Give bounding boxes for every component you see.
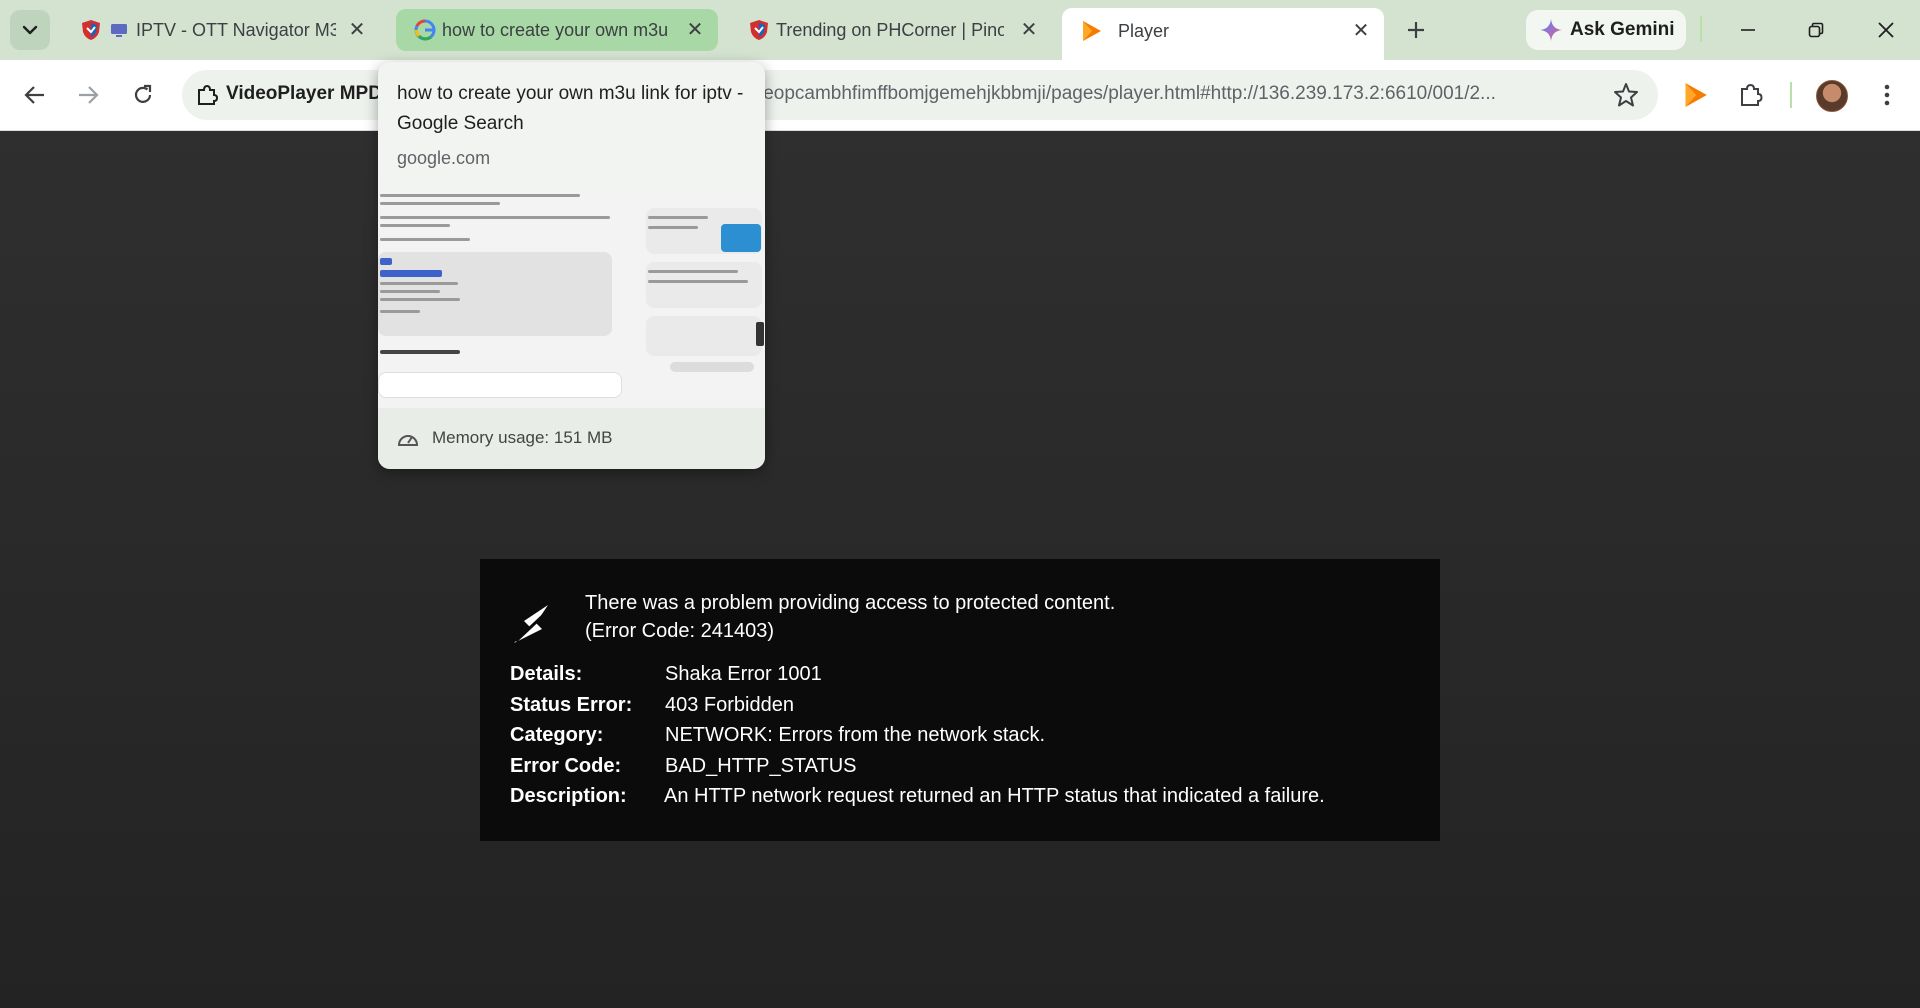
tab-search-button[interactable]: [10, 10, 50, 50]
error-message: There was a problem providing access to …: [585, 592, 1116, 614]
play-favicon-icon: [1083, 21, 1101, 41]
toolbar: VideoPlayer MPD/M3U8 opnceopcambhfimffbo…: [0, 60, 1920, 131]
profile-avatar[interactable]: [1816, 80, 1848, 112]
detail-value: BAD_HTTP_STATUS: [665, 754, 857, 777]
memory-usage-row: Memory usage: 151 MB: [378, 408, 765, 469]
detail-value: NETWORK: Errors from the network stack.: [665, 724, 1046, 746]
memory-usage-text: Memory usage: 151 MB: [432, 428, 613, 447]
arrow-left-icon: [24, 86, 44, 104]
gemini-sparkle-icon: [1540, 19, 1562, 41]
error-message-block: There was a problem providing access to …: [585, 589, 1115, 645]
arrow-right-icon: [79, 86, 99, 104]
extensions-button[interactable]: [1734, 78, 1768, 112]
restore-icon: [1808, 22, 1824, 38]
detail-value: An HTTP network request returned an HTTP…: [664, 785, 1325, 807]
reload-button[interactable]: [124, 76, 162, 114]
reload-icon: [134, 84, 152, 103]
tab-title: how to create your own m3u link for iptv: [442, 20, 670, 40]
tab-google-search[interactable]: how to create your own m3u link for iptv…: [396, 9, 718, 51]
more-vertical-icon: [1884, 84, 1890, 106]
broken-lock-icon: [514, 605, 552, 643]
restore-button[interactable]: [1788, 10, 1844, 50]
error-overlay: There was a problem providing access to …: [480, 559, 1440, 841]
ask-gemini-label: Ask Gemini: [1570, 19, 1675, 40]
back-button[interactable]: [16, 76, 54, 114]
detail-key: Category:: [510, 724, 604, 746]
tab-player[interactable]: Player ✕: [1062, 8, 1384, 60]
menu-button[interactable]: [1870, 78, 1904, 112]
close-icon[interactable]: ✕: [1350, 19, 1372, 42]
tab-title: IPTV - OTT Navigator M3U: [136, 20, 336, 40]
close-icon[interactable]: ✕: [346, 18, 368, 41]
detail-key: Description:: [510, 785, 627, 807]
error-code: (Error Code: 241403): [585, 620, 774, 642]
minimize-button[interactable]: [1720, 10, 1776, 50]
detail-value: Shaka Error 1001: [665, 663, 822, 685]
close-icon: [1878, 22, 1894, 38]
player-page: There was a problem providing access to …: [0, 131, 1920, 1008]
google-favicon-icon: [414, 19, 436, 41]
ask-gemini-button[interactable]: Ask Gemini: [1526, 10, 1686, 50]
tab-title: Player: [1118, 21, 1170, 41]
tab-title: Trending on PHCorner | Pinoy: [776, 20, 1004, 40]
tv-icon: [111, 24, 127, 37]
shield-favicon-icon: [750, 20, 768, 40]
chevron-down-icon: [22, 25, 38, 35]
tab-hover-card: how to create your own m3u link for iptv…: [378, 62, 765, 469]
url-text[interactable]: opnceopcambhfimffbomjgemehjkbbmji/pages/…: [722, 83, 1592, 105]
detail-key: Status Error:: [510, 693, 633, 716]
detail-key: Error Code:: [510, 754, 622, 777]
close-icon[interactable]: ✕: [1018, 18, 1040, 41]
separator: [1700, 16, 1702, 42]
close-window-button[interactable]: [1858, 10, 1914, 50]
gauge-icon: [397, 435, 419, 446]
tab-strip: IPTV - OTT Navigator M3U ✕ how to create…: [0, 0, 1920, 60]
close-icon[interactable]: ✕: [684, 18, 706, 41]
shield-favicon-icon: [82, 20, 100, 40]
bookmark-star-icon[interactable]: [1612, 81, 1640, 109]
detail-value: 403 Forbidden: [665, 693, 794, 716]
page-preview-thumbnail: [378, 186, 765, 408]
player-extension-button[interactable]: [1678, 78, 1712, 112]
forward-button[interactable]: [69, 76, 107, 114]
detail-key: Details:: [510, 663, 583, 685]
puzzle-icon: [1741, 83, 1763, 106]
plus-icon: [1408, 22, 1424, 38]
minimize-icon: [1741, 29, 1755, 31]
hover-card-title: how to create your own m3u link for iptv…: [397, 83, 744, 134]
tab-phcorner[interactable]: Trending on PHCorner | Pinoy ✕: [730, 9, 1052, 51]
extension-page-icon: [198, 84, 218, 105]
new-tab-button[interactable]: [1396, 10, 1436, 50]
play-icon: [1685, 83, 1707, 107]
tab-iptv[interactable]: IPTV - OTT Navigator M3U ✕: [62, 9, 380, 51]
hover-card-domain: google.com: [397, 148, 491, 168]
separator: [1790, 82, 1792, 108]
